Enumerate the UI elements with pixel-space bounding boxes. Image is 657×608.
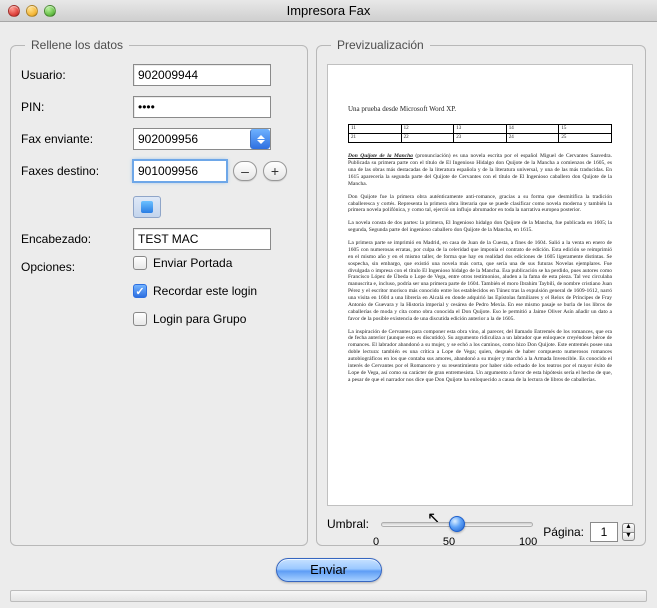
tick-0: 0 [373,536,379,548]
form-group: Rellene los datos Usuario: PIN: Fax envi… [10,38,308,546]
preview-table: 11 12 13 14 15 21 22 23 24 25 [348,124,612,144]
pin-label: PIN: [21,100,133,114]
remember-login-checkbox[interactable]: Recordar este login [133,282,297,300]
page-step-down[interactable]: ▼ [622,532,635,541]
address-book-icon [141,201,153,213]
preview-heading: Una prueba desde Microsoft Word XP. [348,105,612,114]
preview-page: Una prueba desde Microsoft Word XP. 11 1… [327,64,633,506]
add-dest-button[interactable]: + [263,161,287,181]
group-login-checkbox[interactable]: Login para Grupo [133,310,297,328]
preview-para-1: Don Quijote de la Mancha (pronunciación)… [348,153,612,187]
pin-input[interactable] [133,96,271,118]
form-group-legend: Rellene los datos [25,38,129,52]
user-input[interactable] [133,64,271,86]
send-cover-label: Enviar Portada [153,256,232,270]
page-step-up[interactable]: ▲ [622,523,635,532]
sending-fax-value: 902009956 [134,132,250,146]
page-label: Página: [543,525,584,539]
group-login-label: Login para Grupo [153,312,246,326]
dest-faxes-label: Faxes destino: [21,164,133,178]
preview-para-3: La novela consta de dos partes: la prime… [348,220,612,234]
address-book-button[interactable] [133,196,161,218]
page-number-input[interactable] [590,522,618,542]
preview-group: Previzualización Una prueba desde Micros… [316,38,646,546]
user-label: Usuario: [21,68,133,82]
preview-para-4: La primera parte se imprimió en Madrid, … [348,240,612,323]
slider-knob-icon [449,516,465,532]
send-button[interactable]: Enviar [276,558,382,582]
status-bar [10,590,647,602]
sending-fax-label: Fax enviante: [21,132,133,146]
tick-50: 50 [443,536,455,548]
header-input[interactable] [133,228,271,250]
preview-group-legend: Previzualización [331,38,430,52]
threshold-slider[interactable]: ↖ [381,516,533,532]
tick-100: 100 [519,536,537,548]
dropdown-arrows-icon [250,129,270,149]
remember-login-label: Recordar este login [153,284,257,298]
window-title: Impresora Fax [0,3,657,18]
options-label: Opciones: [21,260,133,274]
preview-para-5: La inspiración de Cervantes para compone… [348,329,612,384]
send-cover-checkbox[interactable]: Enviar Portada [133,254,297,272]
window-titlebar: Impresora Fax [0,0,657,22]
sending-fax-select[interactable]: 902009956 [133,128,271,150]
threshold-label: Umbral: [327,517,369,531]
preview-para-2: Don Quijote fue la primera obra auténtic… [348,194,612,215]
dest-fax-input[interactable] [133,160,227,182]
remove-dest-button[interactable]: – [233,161,257,181]
header-label: Encabezado: [21,232,133,246]
